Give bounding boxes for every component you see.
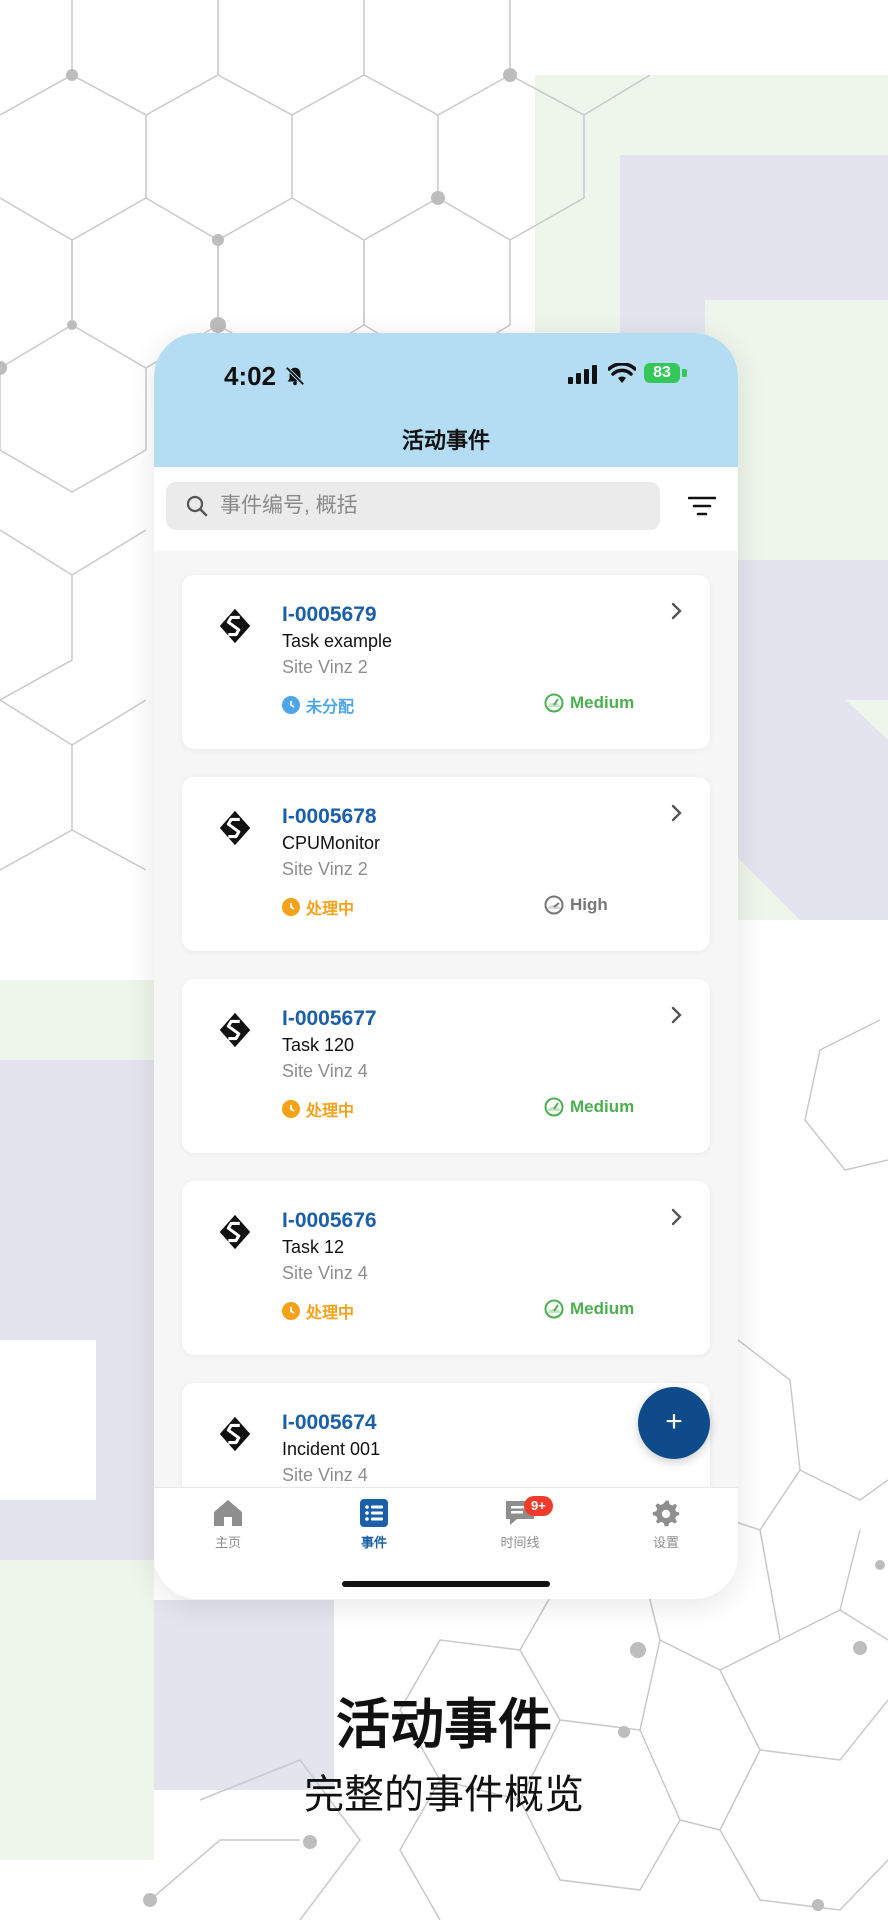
tab-label: 事件 bbox=[360, 1535, 387, 1550]
caption-subtitle: 完整的事件概览 bbox=[304, 1773, 584, 1817]
priority-label: Medium bbox=[570, 1299, 635, 1318]
clock-icon bbox=[282, 1100, 300, 1118]
incident-title: Task 120 bbox=[282, 1035, 355, 1055]
gear-icon bbox=[652, 1500, 680, 1527]
chevron-right-icon[interactable] bbox=[670, 1207, 684, 1227]
status-badge: 处理中 bbox=[282, 1097, 354, 1121]
incident-title: Task example bbox=[282, 631, 393, 651]
incident-logo-icon bbox=[219, 1214, 251, 1250]
status-badge: 处理中 bbox=[282, 895, 354, 919]
gauge-icon bbox=[544, 895, 564, 915]
incident-card[interactable]: I-0005676 Task 12 Site Vinz 4 处理中 Medium bbox=[182, 1181, 710, 1355]
incident-logo-icon bbox=[219, 810, 251, 846]
incident-card[interactable]: I-0005678 CPUMonitor Site Vinz 2 处理中 Hig… bbox=[182, 777, 710, 951]
phone-screen: 4:02 83 活动事件 事件编号, 概括 I-0005679 Task exa… bbox=[154, 333, 738, 1599]
incident-site: Site Vinz 2 bbox=[282, 657, 368, 677]
priority-badge: High bbox=[544, 895, 608, 915]
chevron-right-icon[interactable] bbox=[670, 601, 684, 621]
status-label: 处理中 bbox=[306, 1305, 355, 1322]
status-label: 未分配 bbox=[306, 699, 355, 716]
list-icon bbox=[360, 1499, 388, 1527]
tab-label: 设置 bbox=[652, 1535, 679, 1550]
incident-card[interactable]: I-0005677 Task 120 Site Vinz 4 处理中 Mediu… bbox=[182, 979, 710, 1153]
chevron-right-icon[interactable] bbox=[670, 803, 684, 823]
clock-icon bbox=[282, 1302, 300, 1320]
incident-card[interactable]: I-0005679 Task example Site Vinz 2 未分配 M… bbox=[182, 575, 710, 749]
incident-logo-icon bbox=[219, 608, 251, 644]
search-icon bbox=[186, 495, 208, 517]
status-label: 处理中 bbox=[306, 901, 355, 918]
priority-badge: Medium bbox=[544, 1097, 634, 1117]
incident-title: CPUMonitor bbox=[282, 833, 381, 853]
home-icon bbox=[214, 1500, 242, 1526]
incident-site: Site Vinz 4 bbox=[282, 1263, 368, 1283]
search-input[interactable] bbox=[220, 482, 640, 530]
priority-label: High bbox=[570, 895, 608, 914]
status-time: 4:02 bbox=[224, 361, 277, 391]
tab-label: 时间线 bbox=[500, 1535, 540, 1550]
incident-id[interactable]: I-0005676 bbox=[282, 1209, 377, 1233]
add-incident-button[interactable]: + bbox=[638, 1387, 710, 1459]
priority-badge: Medium bbox=[544, 1299, 634, 1319]
filter-icon[interactable] bbox=[688, 496, 716, 516]
status-badge: 未分配 bbox=[282, 693, 354, 717]
incident-id[interactable]: I-0005674 bbox=[282, 1411, 377, 1435]
incident-id[interactable]: I-0005677 bbox=[282, 1007, 377, 1031]
app-header: 4:02 83 活动事件 bbox=[154, 333, 738, 467]
wifi-icon bbox=[608, 363, 636, 383]
bell-muted-icon bbox=[285, 366, 305, 386]
tab-timeline[interactable]: 时间线 9+ bbox=[480, 1496, 560, 1551]
tab-incidents[interactable]: 事件 bbox=[334, 1498, 414, 1551]
incident-logo-icon bbox=[219, 1012, 251, 1048]
status-label: 处理中 bbox=[306, 1103, 355, 1120]
clock-icon bbox=[282, 898, 300, 916]
battery-tip bbox=[682, 369, 687, 377]
status-badge: 处理中 bbox=[282, 1299, 354, 1323]
gauge-icon bbox=[544, 1097, 564, 1117]
page-title: 活动事件 bbox=[401, 428, 490, 453]
notification-badge: 9+ bbox=[524, 1496, 553, 1516]
incident-site: Site Vinz 4 bbox=[282, 1465, 368, 1485]
incident-title: Task 12 bbox=[282, 1237, 345, 1257]
incident-title: Incident 001 bbox=[282, 1439, 381, 1459]
incident-id[interactable]: I-0005678 bbox=[282, 805, 377, 829]
priority-badge: Medium bbox=[544, 693, 634, 713]
gauge-icon bbox=[544, 693, 564, 713]
signal-icon bbox=[568, 365, 597, 384]
clock-icon bbox=[282, 696, 300, 714]
priority-label: Medium bbox=[570, 1097, 635, 1116]
incident-site: Site Vinz 2 bbox=[282, 859, 368, 879]
gauge-icon bbox=[544, 1299, 564, 1319]
incident-logo-icon bbox=[219, 1416, 251, 1452]
incident-id[interactable]: I-0005679 bbox=[282, 603, 377, 627]
tab-label: 主页 bbox=[214, 1535, 241, 1550]
tab-home[interactable]: 主页 bbox=[188, 1498, 268, 1551]
incident-site: Site Vinz 4 bbox=[282, 1061, 368, 1081]
tab-settings[interactable]: 设置 bbox=[626, 1498, 706, 1551]
battery-indicator: 83 bbox=[644, 363, 680, 383]
caption-title: 活动事件 bbox=[336, 1695, 552, 1755]
chevron-right-icon[interactable] bbox=[670, 1005, 684, 1025]
priority-label: Medium bbox=[570, 693, 635, 712]
home-indicator[interactable] bbox=[342, 1581, 550, 1587]
search-box[interactable] bbox=[166, 482, 660, 530]
